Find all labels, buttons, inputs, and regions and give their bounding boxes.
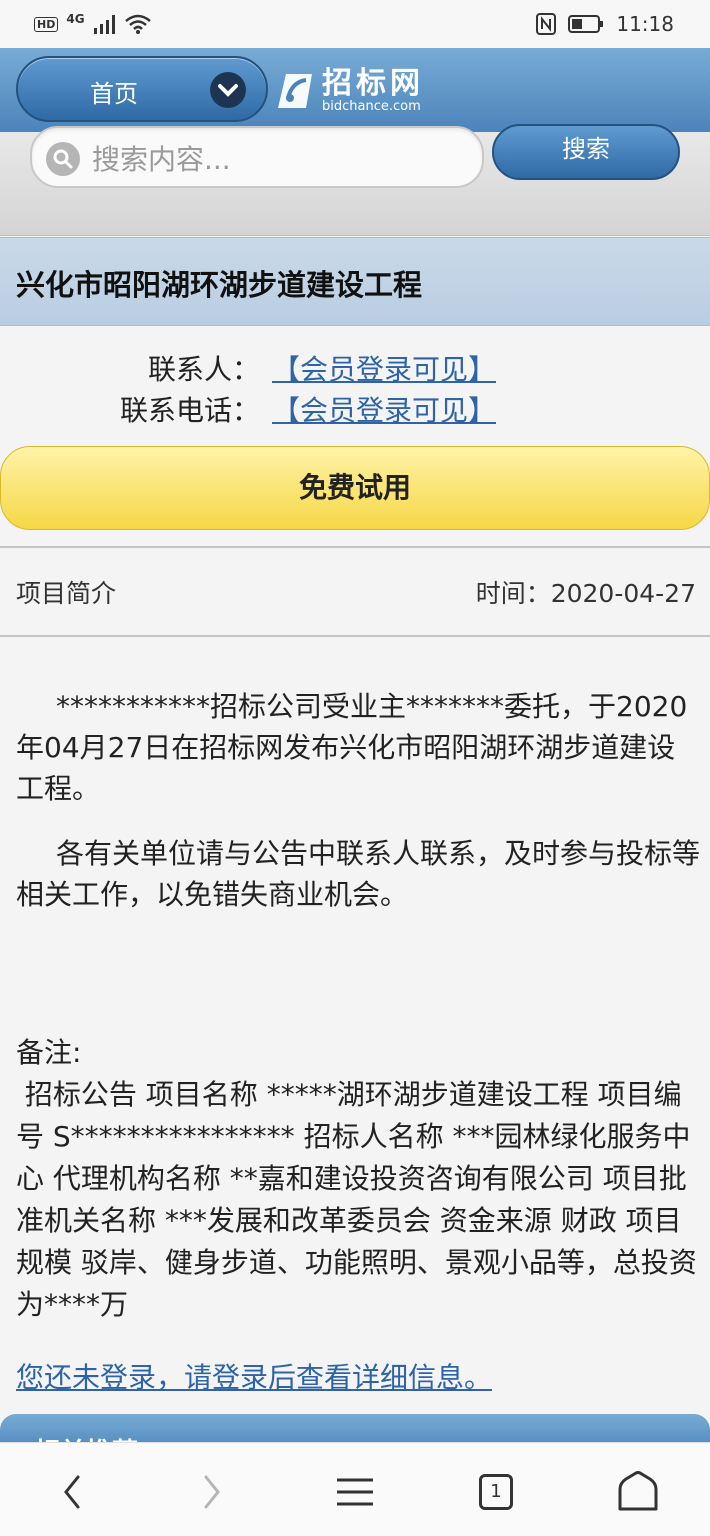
battery-icon xyxy=(568,15,604,33)
status-left: HD 4G xyxy=(34,12,151,34)
divider xyxy=(0,635,710,637)
back-icon[interactable] xyxy=(42,1467,102,1517)
publish-date: 时间：2020-04-27 xyxy=(475,579,696,608)
status-bar: HD 4G 11:18 xyxy=(0,0,710,48)
status-right: 11:18 xyxy=(536,12,674,36)
intro-label: 项目简介 xyxy=(16,579,117,608)
login-prompt-link[interactable]: 您还未登录，请登录后查看详细信息。 xyxy=(16,1356,492,1396)
site-header: 首页 招标网 bidchance.com xyxy=(0,48,710,132)
chevron-down-icon xyxy=(210,72,246,108)
menu-icon[interactable] xyxy=(325,1467,385,1517)
phone-value-link[interactable]: 【会员登录可见】 xyxy=(272,389,496,429)
forward-icon[interactable] xyxy=(182,1467,242,1517)
contact-row: 联系人： 【会员登录可见】 xyxy=(0,348,710,390)
free-trial-button[interactable]: 免费试用 xyxy=(0,446,710,530)
notes-label: 备注: xyxy=(16,1036,82,1069)
contact-value-link[interactable]: 【会员登录可见】 xyxy=(272,348,496,388)
content-paragraph: ***********招标公司受业主*******委托，于2020年04月27日… xyxy=(16,690,688,805)
phone-row: 联系电话： 【会员登录可见】 xyxy=(0,389,710,431)
signal-icon xyxy=(93,15,115,34)
page-title: 兴化市昭阳湖环湖步道建设工程 xyxy=(16,268,423,302)
notes-section: 备注: 招标公告 项目名称 *****湖环湖步道建设工程 项目编号 S*****… xyxy=(16,1032,700,1326)
browser-nav-bar: 1 xyxy=(0,1442,710,1536)
search-button[interactable]: 搜索 xyxy=(492,124,680,180)
site-logo[interactable]: 招标网 bidchance.com xyxy=(272,68,442,116)
contact-label: 联系人： xyxy=(147,353,260,386)
tab-count: 1 xyxy=(490,1481,502,1502)
contact-section: 联系人： 【会员登录可见】 联系电话： 【会员登录可见】 xyxy=(0,348,710,438)
title-bar: 兴化市昭阳湖环湖步道建设工程 xyxy=(0,237,710,326)
nfc-icon xyxy=(536,13,557,35)
home-icon[interactable] xyxy=(608,1467,668,1517)
logo-subtext: bidchance.com xyxy=(322,99,421,114)
notes-text: 招标公告 项目名称 *****湖环湖步道建设工程 项目编号 S*********… xyxy=(16,1078,697,1321)
search-placeholder: 搜索内容... xyxy=(92,143,231,176)
wifi-icon xyxy=(124,14,151,34)
logo-mark-icon xyxy=(278,74,312,108)
info-bar: 项目简介 时间：2020-04-27 xyxy=(0,548,710,636)
phone-label: 联系电话： xyxy=(119,394,260,427)
search-bar: 搜索内容... 搜索 xyxy=(0,124,710,236)
search-icon xyxy=(46,142,80,176)
content-body: ***********招标公司受业主*******委托，于2020年04月27日… xyxy=(16,686,700,915)
logo-text: 招标网 xyxy=(322,66,424,101)
home-dropdown-button[interactable]: 首页 xyxy=(16,56,268,122)
search-input[interactable]: 搜索内容... xyxy=(30,126,484,188)
tabs-button[interactable]: 1 xyxy=(466,1467,526,1517)
hd-icon: HD xyxy=(34,16,59,32)
network-type: 4G xyxy=(66,12,85,26)
home-label: 首页 xyxy=(90,80,138,108)
tabs-icon: 1 xyxy=(479,1474,513,1510)
content-paragraph: 各有关单位请与公告中联系人联系，及时参与投标等相关工作，以免错失商业机会。 xyxy=(16,837,701,911)
status-time: 11:18 xyxy=(616,12,674,36)
